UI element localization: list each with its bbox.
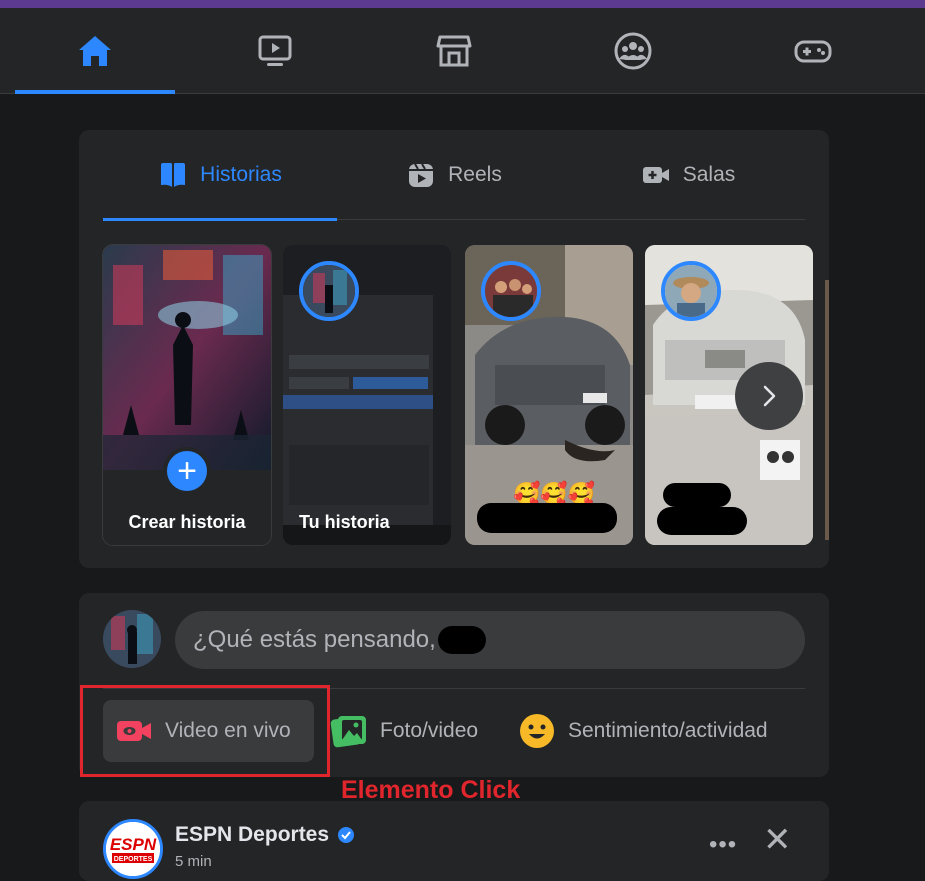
whats-on-your-mind-input[interactable]: ¿Qué estás pensando, <box>175 611 805 669</box>
redacted-name-2b <box>657 507 747 535</box>
redacted-user-name <box>437 626 486 654</box>
next-story-peek <box>825 280 829 540</box>
nav-gaming[interactable] <box>733 8 893 94</box>
feed-post-card: ESPN DEPORTES ESPN Deportes 5 min ••• ✕ <box>79 801 829 881</box>
post-close-button[interactable]: ✕ <box>763 823 792 857</box>
home-icon <box>79 36 111 66</box>
photo-icon <box>330 716 366 748</box>
feeling-activity-label: Sentimiento/actividad <box>568 719 768 742</box>
photo-video-label: Foto/video <box>380 719 479 742</box>
friend-story-avatar-1 <box>481 261 541 321</box>
nav-home[interactable] <box>15 8 175 94</box>
redacted-name-2a <box>663 483 731 507</box>
tab-salas-label: Salas <box>682 163 736 186</box>
composer-placeholder: ¿Qué estás pensando, <box>193 626 436 653</box>
post-timestamp: 5 min <box>175 853 212 870</box>
stories-next-button[interactable] <box>735 362 803 430</box>
verified-badge-icon <box>338 827 355 843</box>
nav-watch[interactable] <box>195 8 355 94</box>
tab-reels-label: Reels <box>448 163 502 186</box>
marketplace-icon <box>436 35 472 67</box>
groups-icon <box>614 32 652 70</box>
stories-card: Historias Reels Salas + Crear historia T… <box>79 130 829 568</box>
book-icon <box>161 163 186 187</box>
video-camera-icon <box>642 167 669 183</box>
create-story-label: Crear historia <box>128 512 246 532</box>
create-story-image <box>103 245 271 470</box>
feeling-icon <box>520 714 554 748</box>
click-target-highlight <box>80 685 330 777</box>
your-story-avatar <box>299 261 359 321</box>
svg-text:DEPORTES: DEPORTES <box>114 856 153 863</box>
post-author-avatar[interactable]: ESPN DEPORTES <box>103 819 163 879</box>
friend-story-card-1[interactable]: 🥰🥰🥰 <box>465 245 633 545</box>
your-story-label: Tu historia <box>299 512 390 532</box>
feeling-activity-button[interactable]: Sentimiento/actividad <box>518 700 768 762</box>
post-author-name[interactable]: ESPN Deportes <box>175 823 355 847</box>
add-story-plus-icon[interactable]: + <box>163 447 211 495</box>
chevron-right-icon <box>763 385 776 407</box>
svg-text:ESPN: ESPN <box>110 835 157 854</box>
stories-tabs: Historias Reels Salas <box>103 130 805 221</box>
watch-icon <box>258 35 292 66</box>
window-top-strip <box>0 0 925 8</box>
tab-historias[interactable]: Historias <box>103 130 337 221</box>
nav-groups[interactable] <box>553 8 713 94</box>
nav-marketplace[interactable] <box>374 8 534 94</box>
top-navigation-bar <box>0 8 925 94</box>
reels-icon <box>409 163 434 187</box>
photo-video-button[interactable]: Foto/video <box>330 700 478 762</box>
tab-salas[interactable]: Salas <box>571 130 805 220</box>
redacted-name-1 <box>477 503 617 533</box>
tab-historias-label: Historias <box>200 163 282 186</box>
gaming-icon <box>794 40 832 63</box>
create-story-card[interactable]: + Crear historia <box>103 245 271 545</box>
post-more-options-button[interactable]: ••• <box>709 831 737 859</box>
tab-reels[interactable]: Reels <box>337 130 571 220</box>
avatar[interactable] <box>103 610 161 668</box>
friend-story-avatar-2 <box>661 261 721 321</box>
your-story-card[interactable]: Tu historia <box>283 245 451 545</box>
